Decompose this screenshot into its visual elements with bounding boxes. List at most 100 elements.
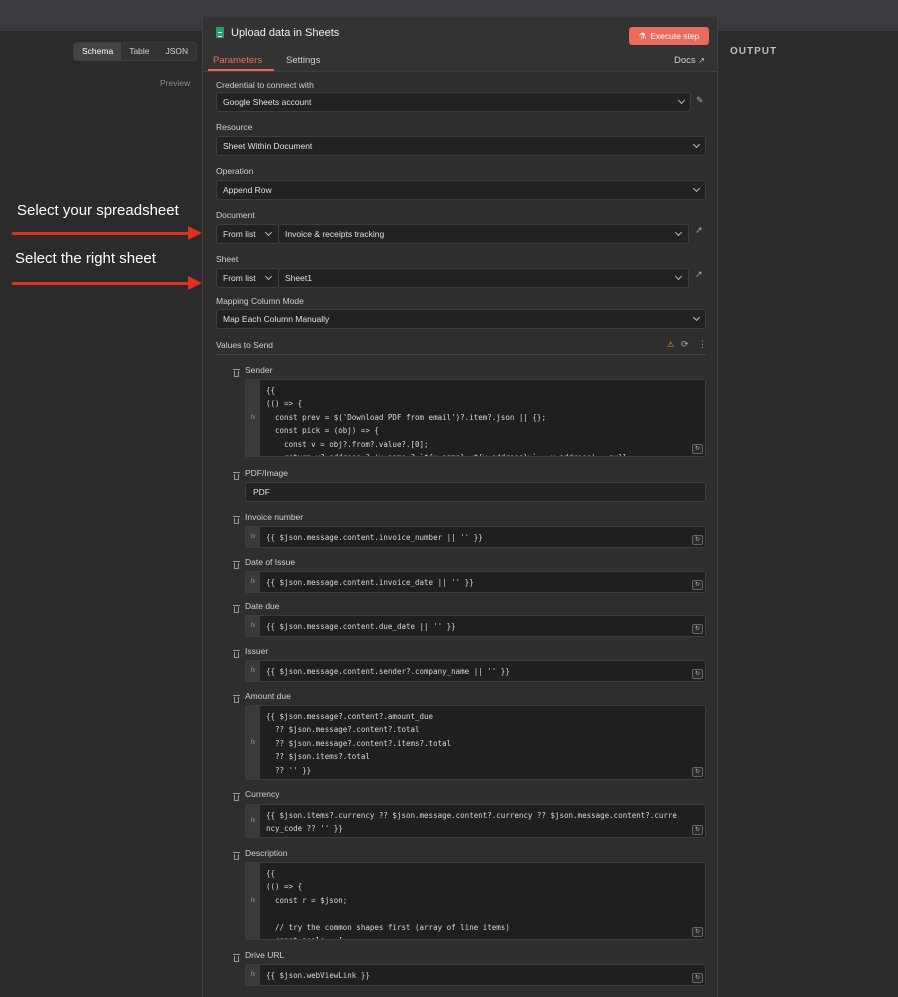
preview-label[interactable]: Preview <box>160 78 190 88</box>
output-pane <box>718 31 898 997</box>
tab-parameters[interactable]: Parameters <box>213 55 262 66</box>
tab-json[interactable]: JSON <box>158 43 197 60</box>
node-panel: Upload data in Sheets ⚗ Execute step Par… <box>202 17 718 997</box>
chevron-down-icon <box>692 313 701 322</box>
reset-icon[interactable]: ↻ <box>692 825 703 835</box>
tab-table[interactable]: Table <box>121 43 157 60</box>
input-pane <box>0 31 202 997</box>
sheet-label: Sheet <box>216 254 239 264</box>
description-expression-editor[interactable]: fx {{ (() => { const r = $json; // try t… <box>245 862 706 940</box>
field-label-issuer: Issuer <box>245 646 269 656</box>
panel-header: Upload data in Sheets ⚗ Execute step Par… <box>203 17 717 72</box>
external-link-icon[interactable]: ↗ <box>695 269 703 280</box>
reset-icon[interactable]: ↻ <box>692 444 703 454</box>
trash-icon[interactable] <box>233 852 240 860</box>
field-label-invoice-number: Invoice number <box>245 512 304 522</box>
operation-label: Operation <box>216 166 254 176</box>
invoice-number-code: {{ $json.message.content.invoice_number … <box>266 533 483 542</box>
annotation-spreadsheet: Select your spreadsheet <box>17 202 179 219</box>
date-due-code: {{ $json.message.content.due_date || '' … <box>266 622 456 631</box>
tab-settings[interactable]: Settings <box>286 55 320 66</box>
warning-icon: ⚠ <box>667 340 675 349</box>
fx-icon: fx <box>246 616 260 636</box>
operation-select[interactable]: Append Row <box>216 180 706 200</box>
reset-icon[interactable]: ↻ <box>692 973 703 983</box>
view-mode-tabs: Schema Table JSON <box>73 42 198 61</box>
amount-due-expression-editor[interactable]: fx {{ $json.message?.content?.amount_due… <box>245 705 706 780</box>
sender-expression-editor[interactable]: fx {{ (() => { const prev = $('Download … <box>245 379 706 457</box>
sheet-select[interactable]: Sheet1 <box>278 268 689 288</box>
document-mode-value: From list <box>223 229 256 239</box>
trash-icon[interactable] <box>233 369 240 377</box>
mapping-mode-label: Mapping Column Mode <box>216 296 304 306</box>
trash-icon[interactable] <box>233 605 240 613</box>
fx-icon: fx <box>246 572 260 592</box>
reset-icon[interactable]: ↻ <box>692 535 703 545</box>
amount-due-code: {{ $json.message?.content?.amount_due ??… <box>266 712 452 775</box>
trash-icon[interactable] <box>233 516 240 524</box>
field-label-date-due: Date due <box>245 601 280 611</box>
reset-icon[interactable]: ↻ <box>692 624 703 634</box>
reset-icon[interactable]: ↻ <box>692 669 703 679</box>
operation-value: Append Row <box>223 185 272 195</box>
external-link-icon[interactable]: ↗ <box>695 225 703 236</box>
resource-label: Resource <box>216 122 253 132</box>
trash-icon[interactable] <box>233 695 240 703</box>
arrow-right-icon <box>12 276 202 290</box>
mapping-mode-value: Map Each Column Manually <box>223 314 330 324</box>
trash-icon[interactable] <box>233 472 240 480</box>
annotation-sheet: Select the right sheet <box>15 250 156 267</box>
chevron-down-icon <box>674 228 683 237</box>
pencil-icon[interactable]: ✎ <box>696 95 704 106</box>
fx-icon: fx <box>246 706 260 779</box>
google-sheets-icon <box>216 27 224 38</box>
chevron-down-icon <box>264 228 273 237</box>
document-select[interactable]: Invoice & receipts tracking <box>278 224 689 244</box>
sheet-mode-select[interactable]: From list <box>216 268 279 288</box>
reset-icon[interactable]: ↻ <box>692 580 703 590</box>
panel-title: Upload data in Sheets <box>231 27 340 39</box>
credential-value: Google Sheets account <box>223 97 312 107</box>
field-label-sender: Sender <box>245 365 273 375</box>
fx-icon: fx <box>246 380 260 456</box>
drive-url-expression-editor[interactable]: fx {{ $json.webViewLink }} ↻ <box>245 964 706 986</box>
trash-icon[interactable] <box>233 793 240 801</box>
active-tab-indicator <box>208 69 274 71</box>
pdf-image-input[interactable]: PDF <box>245 482 706 502</box>
field-label-date-of-issue: Date of Issue <box>245 557 296 567</box>
tab-schema[interactable]: Schema <box>74 43 122 60</box>
document-value: Invoice & receipts tracking <box>285 229 385 239</box>
fx-icon: fx <box>246 527 260 547</box>
execute-step-button[interactable]: ⚗ Execute step <box>629 27 709 45</box>
resource-select[interactable]: Sheet Within Document <box>216 136 706 156</box>
output-label: OUTPUT <box>730 46 778 57</box>
currency-code: {{ $json.items?.currency ?? $json.messag… <box>266 811 677 834</box>
trash-icon[interactable] <box>233 561 240 569</box>
reset-icon[interactable]: ↻ <box>692 927 703 937</box>
issuer-expression-editor[interactable]: fx {{ $json.message.content.sender?.comp… <box>245 660 706 682</box>
chevron-down-icon <box>692 184 701 193</box>
chevron-down-icon <box>674 272 683 281</box>
sender-code: {{ (() => { const prev = $('Download PDF… <box>266 386 632 456</box>
reset-icon[interactable]: ↻ <box>692 767 703 777</box>
date-due-expression-editor[interactable]: fx {{ $json.message.content.due_date || … <box>245 615 706 637</box>
trash-icon[interactable] <box>233 954 240 962</box>
field-label-description: Description <box>245 848 288 858</box>
field-label-amount-due: Amount due <box>245 691 291 701</box>
date-of-issue-code: {{ $json.message.content.invoice_date ||… <box>266 578 474 587</box>
document-mode-select[interactable]: From list <box>216 224 279 244</box>
invoice-number-expression-editor[interactable]: fx {{ $json.message.content.invoice_numb… <box>245 526 706 548</box>
refresh-icon[interactable]: ⟳ <box>681 339 689 350</box>
values-to-send-label: Values to Send <box>216 340 274 350</box>
more-options-icon[interactable]: ⋮ <box>698 339 707 350</box>
issuer-code: {{ $json.message.content.sender?.company… <box>266 667 510 676</box>
chevron-down-icon <box>264 272 273 281</box>
date-of-issue-expression-editor[interactable]: fx {{ $json.message.content.invoice_date… <box>245 571 706 593</box>
docs-link[interactable]: Docs ↗ <box>674 55 705 66</box>
document-label: Document <box>216 210 255 220</box>
mapping-mode-select[interactable]: Map Each Column Manually <box>216 309 706 329</box>
credential-select[interactable]: Google Sheets account <box>216 92 691 112</box>
trash-icon[interactable] <box>233 650 240 658</box>
currency-expression-editor[interactable]: fx {{ $json.items?.currency ?? $json.mes… <box>245 804 706 838</box>
resource-value: Sheet Within Document <box>223 141 313 151</box>
